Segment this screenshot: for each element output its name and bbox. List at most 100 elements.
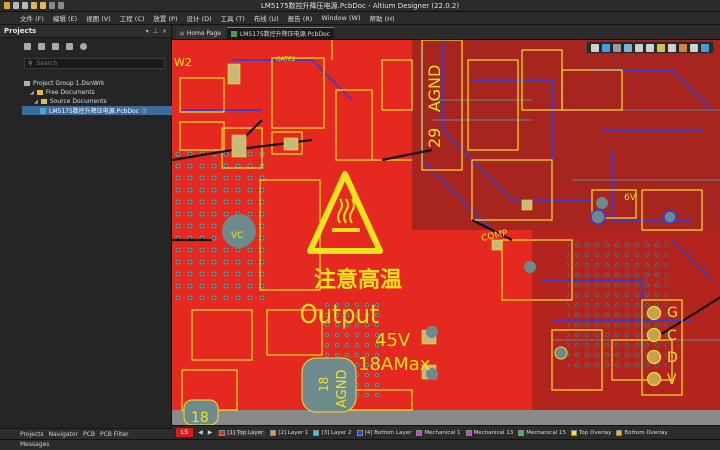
new-project-icon[interactable] xyxy=(66,42,73,50)
project-search-box[interactable]: ⚲ xyxy=(24,58,165,69)
tab-pcb-filter[interactable]: PCB Filter xyxy=(100,431,129,438)
arc-icon[interactable] xyxy=(657,43,665,52)
settings-gear-icon[interactable] xyxy=(80,42,87,50)
silk-v-text: V xyxy=(667,372,677,388)
messages-panel-tab[interactable]: Messages xyxy=(0,439,720,450)
align-icon[interactable] xyxy=(613,43,621,52)
menu-file[interactable]: 文件 (F) xyxy=(20,13,44,23)
layer-tab[interactable]: Mechanical 1 xyxy=(416,429,461,436)
menu-reports[interactable]: 报告 (R) xyxy=(288,13,313,23)
project-tree: Project Group 1.DsnWrk ◢ Free Documents … xyxy=(0,79,172,115)
silk-agnd-vertical: AGND xyxy=(425,65,444,112)
document-tabs: ⌂ Home Page LM5175数控升降压电源.PcbDoc xyxy=(172,25,720,40)
layer-color-swatch xyxy=(518,429,525,436)
layer-color-swatch xyxy=(416,429,423,436)
silk-agnd-text: AGND xyxy=(335,370,350,408)
line-icon[interactable] xyxy=(701,43,709,52)
open-project-icon[interactable] xyxy=(52,42,59,50)
layer-tab-label: [2] Layer 1 xyxy=(278,429,309,436)
silk-warning-text: 注意高温 xyxy=(314,267,402,293)
layer-nav-right-icon[interactable]: ▶ xyxy=(208,429,213,436)
pcb-canvas[interactable]: 注意高温 Output 45V 18AMax AGND 18 18 AGND 2… xyxy=(172,40,720,425)
menu-edit[interactable]: 编辑 (E) xyxy=(53,13,77,23)
folder-icon xyxy=(36,90,43,95)
signal-area-upper xyxy=(412,40,720,230)
tab-pcb-document[interactable]: LM5175数控升降压电源.PcbDoc xyxy=(226,27,334,39)
layer-nav-left-icon[interactable]: ◀ xyxy=(198,429,203,436)
select-icon[interactable] xyxy=(624,43,632,52)
tab-projects[interactable]: Projects xyxy=(20,431,44,438)
menu-route[interactable]: 布线 (U) xyxy=(254,13,279,23)
string-icon[interactable] xyxy=(690,43,698,52)
layer-tab-label: Mechanical 15 xyxy=(526,429,566,436)
layer-color-swatch xyxy=(270,429,277,436)
silk-w2-text: W2 xyxy=(174,56,192,69)
menu-bar: 文件 (F) 编辑 (E) 视图 (V) 工程 (C) 放置 (P) 设计 (D… xyxy=(0,12,720,25)
tree-item-project-group[interactable]: Project Group 1.DsnWrk xyxy=(24,79,171,88)
layer-tab[interactable]: [4] Bottom Layer xyxy=(356,429,411,436)
via-large-4 xyxy=(426,326,438,338)
layer-color-swatch xyxy=(219,429,226,436)
silk-output-text: Output xyxy=(300,299,380,330)
menu-project[interactable]: 工程 (C) xyxy=(120,13,145,23)
layer-color-swatch xyxy=(313,429,320,436)
layer-color-swatch xyxy=(570,429,577,436)
chevron-down-icon[interactable]: ◢ xyxy=(34,99,38,105)
layer-tabs-bar: LS ◀ ▶ [1] Top Layer [2] Layer 1 [3] Layer… xyxy=(172,425,720,439)
tree-item-label: Free Documents xyxy=(45,89,95,96)
route-icon[interactable] xyxy=(602,43,610,52)
layer-color-swatch xyxy=(465,429,472,436)
panel-bottom-tabs: Projects Navigator PCB PCB Filter xyxy=(0,428,172,439)
silk-voltage-text: 45V xyxy=(375,330,411,351)
menu-view[interactable]: 视图 (V) xyxy=(86,13,111,23)
layer-tab[interactable]: Mechanical 13 xyxy=(465,429,513,436)
via-large-2 xyxy=(663,210,677,224)
menu-tools[interactable]: 工具 (T) xyxy=(221,13,245,23)
layer-tab[interactable]: [1] Top Layer xyxy=(217,429,266,436)
layer-tab[interactable]: [2] Layer 1 xyxy=(270,429,309,436)
close-icon[interactable]: × xyxy=(162,28,167,35)
tree-item-pcb-file[interactable]: LM5175数控升降压电源.PcbDoc ◫ xyxy=(22,106,172,115)
tab-home-page[interactable]: ⌂ Home Page xyxy=(176,27,225,39)
pcb-doc-icon xyxy=(40,107,46,114)
polygon-icon[interactable] xyxy=(679,43,687,52)
layer-set-button[interactable]: LS xyxy=(176,428,194,437)
tree-item-free-documents[interactable]: ◢ Free Documents xyxy=(24,88,171,97)
layer-color-swatch xyxy=(616,429,623,436)
tab-navigator[interactable]: Navigator xyxy=(49,431,78,438)
menu-help[interactable]: 帮助 (H) xyxy=(370,13,395,23)
tree-item-label: Project Group 1.DsnWrk xyxy=(33,80,105,87)
chevron-down-icon[interactable]: ◢ xyxy=(30,90,34,96)
projects-toolbar xyxy=(0,38,171,54)
silk-vc-text: VC xyxy=(231,231,243,241)
layer-tab-label: Mechanical 1 xyxy=(424,429,461,436)
pcb-board-view[interactable]: 注意高温 Output 45V 18AMax AGND 18 18 AGND 2… xyxy=(172,40,720,425)
via-icon[interactable] xyxy=(646,43,654,52)
component-icon[interactable] xyxy=(635,43,643,52)
document-status-icon: ◫ xyxy=(142,107,147,114)
filter-icon[interactable] xyxy=(591,43,599,52)
workspace-icon xyxy=(24,81,30,86)
tab-pcb[interactable]: PCB xyxy=(83,431,95,438)
layer-tab[interactable]: Top Overlay xyxy=(570,429,611,436)
layer-tab[interactable]: [3] Layer 2 xyxy=(313,429,352,436)
silk-gate2-text: GATE2 xyxy=(276,56,296,63)
tree-item-source-documents[interactable]: ◢ Source Documents xyxy=(24,97,171,106)
pin-icon[interactable]: ⊥ xyxy=(153,28,158,35)
layer-tab[interactable]: Mechanical 15 xyxy=(518,429,566,436)
save-project-icon[interactable] xyxy=(24,42,31,50)
menu-design[interactable]: 设计 (D) xyxy=(186,13,211,23)
compile-icon[interactable] xyxy=(38,42,45,50)
panel-menu-icon[interactable]: ▾ xyxy=(146,28,149,35)
search-icon: ⚲ xyxy=(28,60,33,67)
tab-label: LM5175数控升降压电源.PcbDoc xyxy=(239,31,330,38)
silk-18-text: 18 xyxy=(317,377,331,392)
menu-place[interactable]: 放置 (P) xyxy=(153,13,177,23)
menu-window[interactable]: Window (W) xyxy=(321,14,360,22)
pad-icon[interactable] xyxy=(668,43,676,52)
bottom-edge xyxy=(172,410,720,425)
search-input[interactable] xyxy=(36,60,157,67)
active-bar xyxy=(586,41,714,54)
via-large-3 xyxy=(524,261,536,273)
layer-tab[interactable]: Bottom Overlay xyxy=(616,429,668,436)
